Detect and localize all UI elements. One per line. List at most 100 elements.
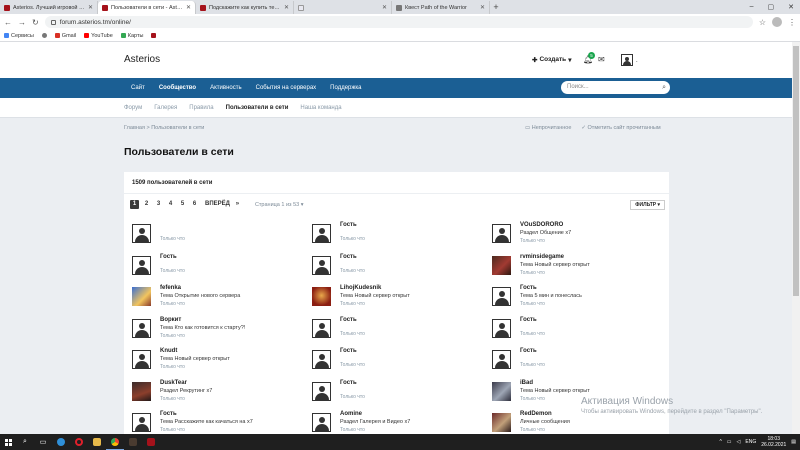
user-activity[interactable]: Тема Новый сервер открыт [520,388,590,394]
envelope-icon[interactable]: ✉ [598,55,605,64]
minimize-icon[interactable]: – [750,3,754,11]
notifications-icon[interactable]: ▤ [791,439,796,445]
volume-icon[interactable]: ◁ [737,439,741,445]
user-name-link[interactable]: rvminsidegame [520,254,564,260]
search-input[interactable]: Поиск... ⌕ [561,81,670,94]
browser-tab[interactable]: Подскажите как купить телепо...✕ [196,1,294,14]
user-avatar[interactable] [312,255,331,275]
close-tab-icon[interactable]: ✕ [382,4,387,11]
nav-community[interactable]: Сообщество [152,78,203,98]
user-activity[interactable]: Тема Расскажите как качаться на x7 [160,419,253,425]
user-name-link[interactable]: Гость [520,285,537,291]
url-field[interactable]: forum.asterios.tm/online/ [44,16,753,28]
user-activity[interactable]: Тема 5 мин и понеслась [520,293,582,299]
user-avatar[interactable] [132,413,151,432]
user-avatar[interactable] [492,381,511,401]
chevron-up-icon[interactable]: ^ [719,439,721,445]
user-name-link[interactable]: Гость [340,222,357,228]
next-page-button[interactable]: ВПЕРЁД [205,200,230,209]
browser-tab[interactable]: Квест Path of the Warrior ✕ [392,1,490,14]
user-avatar[interactable] [132,350,151,369]
new-tab-button[interactable]: + [490,2,502,12]
user-name-link[interactable]: fefenka [160,285,181,291]
explorer-icon[interactable] [88,434,106,450]
user-name-link[interactable]: Гость [160,411,177,417]
bookmark-gmail[interactable]: Gmail [54,33,76,39]
search-taskbar-icon[interactable]: ⌕ [16,434,34,450]
subnav-gallery[interactable]: Галерея [148,105,183,111]
user-activity[interactable]: Раздел Галерея и Видео x7 [340,419,410,425]
breadcrumb[interactable]: Главная > Пользователи в сети [124,125,204,131]
page-4[interactable]: 4 [166,200,175,209]
edge-icon[interactable] [52,434,70,450]
browser-tab[interactable]: ✕ [294,1,392,14]
user-name-link[interactable]: Knudt [160,348,177,354]
close-tab-icon[interactable]: ✕ [88,4,93,11]
user-activity[interactable]: Раздел Общение x7 [520,230,571,236]
user-avatar[interactable] [492,350,511,369]
user-name-link[interactable]: LihojKudesnik [340,285,381,291]
user-name-link[interactable]: Гость [340,254,357,260]
subnav-forum[interactable]: Форум [118,105,148,111]
user-name-link[interactable]: Гость [520,317,537,323]
user-activity[interactable]: Личные сообщения [520,419,570,425]
user-avatar[interactable] [312,413,331,432]
scrollbar-thumb[interactable] [793,46,799,296]
user-avatar[interactable] [132,318,151,338]
unread-link[interactable]: ▭ Непрочитанное [525,125,571,131]
user-name-link[interactable]: iBad [520,380,533,386]
reload-icon[interactable]: ↻ [32,18,39,27]
filter-button[interactable]: ФИЛЬТР ▾ [630,200,665,210]
chrome-icon[interactable] [106,434,124,450]
nav-activity[interactable]: Активность [203,78,249,98]
page-6[interactable]: 6 [190,200,199,209]
user-avatar[interactable] [621,54,633,66]
user-avatar[interactable] [132,287,151,306]
user-name-link[interactable]: Гость [160,254,177,260]
user-avatar[interactable] [312,224,331,243]
user-name[interactable]: . [636,58,638,64]
close-tab-icon[interactable]: ✕ [186,4,191,11]
task-view-icon[interactable]: ▭ [34,434,52,450]
site-logo[interactable]: Asterios [124,54,160,65]
page-scrollbar[interactable] [792,42,800,434]
browser-tab[interactable]: Asterios. Лучший игровой серв...✕ [0,1,98,14]
user-name-link[interactable]: Гость [340,317,357,323]
search-icon[interactable]: ⌕ [662,81,666,94]
game-icon[interactable] [124,434,142,450]
close-tab-icon[interactable]: ✕ [284,4,289,11]
user-name-link[interactable]: Гость [340,380,357,386]
user-avatar[interactable] [492,255,511,275]
page-5[interactable]: 5 [178,200,187,209]
user-name-link[interactable]: Aomine [340,411,362,417]
user-avatar[interactable] [492,287,511,306]
forward-arrow-icon[interactable]: → [18,18,26,27]
user-avatar[interactable] [132,224,151,243]
nav-site[interactable]: Сайт [124,78,152,98]
user-avatar[interactable] [312,287,331,306]
page-3[interactable]: 3 [154,200,163,209]
last-page-button[interactable]: » [233,200,242,209]
user-name-link[interactable]: RedDemon [520,411,552,417]
user-name-link[interactable]: VOuSDORORO [520,222,563,228]
browser-tab-active[interactable]: Пользователи в сети - Asterios ✕ [98,1,196,14]
bookmark-globe[interactable] [41,33,47,38]
clock[interactable]: 18:03 26.02.2021 [761,436,786,448]
bookmark-services[interactable]: Сервисы [4,33,34,39]
mark-read-link[interactable]: ✓ Отметить сайт прочитанным [581,125,660,131]
bookmark-youtube[interactable]: YouTube [84,33,113,39]
user-avatar[interactable] [132,381,151,401]
star-icon[interactable]: ☆ [759,18,766,27]
user-activity[interactable]: Раздел Рекрутинг x7 [160,388,212,394]
subnav-online-users[interactable]: Пользователи в сети [220,105,295,111]
nav-support[interactable]: Поддержка [323,78,368,98]
back-arrow-icon[interactable]: ← [4,18,12,27]
page-1[interactable]: 1 [130,200,139,209]
user-avatar[interactable] [132,255,151,275]
maximize-icon[interactable]: ▢ [768,3,775,11]
bookmark-maps[interactable]: Карты [120,33,143,39]
language-indicator[interactable]: ENG [745,439,756,445]
close-window-icon[interactable]: ✕ [788,3,794,11]
user-name-link[interactable]: Воркит [160,317,181,323]
asterios-launcher-icon[interactable] [142,434,160,450]
